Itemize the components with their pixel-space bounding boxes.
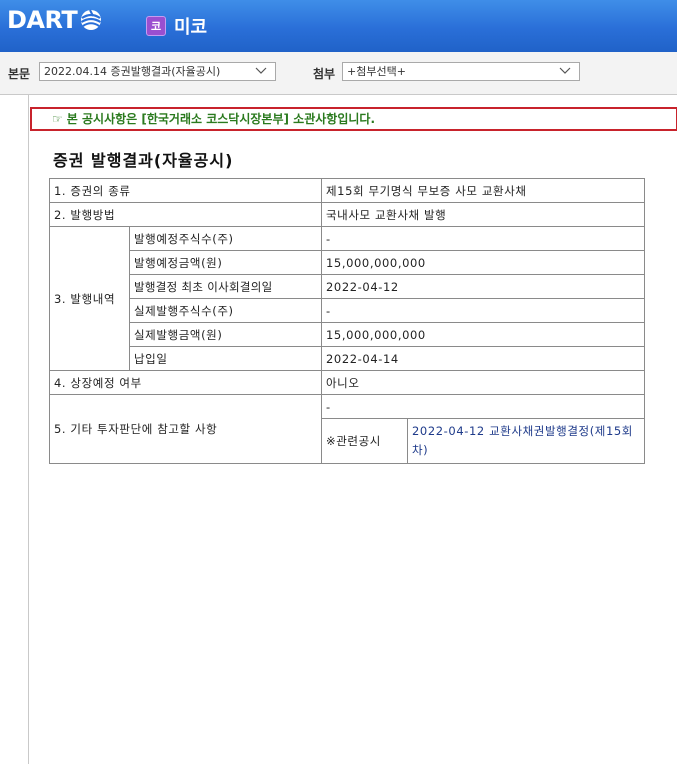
- table-row: 발행결정 최초 이사회결의일 2022-04-12: [50, 274, 645, 299]
- sub-value: -: [321, 298, 645, 323]
- document-viewer[interactable]: ☞ 본 공시사항은 [한국거래소 코스닥시장본부] 소관사항입니다. 증권 발행결…: [28, 95, 677, 764]
- document-title: 증권 발행결과(자율공시): [53, 151, 234, 170]
- dart-logo[interactable]: DART: [7, 6, 104, 34]
- row-label: 1. 증권의 종류: [49, 178, 322, 203]
- globe-icon: [81, 9, 102, 30]
- table-row: 4. 상장예정 여부 아니오: [49, 370, 645, 395]
- logo-text: DART: [7, 6, 78, 34]
- row-value: 아니오: [321, 370, 645, 395]
- table-row: 2. 발행방법 국내사모 교환사채 발행: [49, 202, 645, 227]
- notice-banner: ☞ 본 공시사항은 [한국거래소 코스닥시장본부] 소관사항입니다.: [30, 107, 677, 131]
- related-disclosure-label: ※관련공시: [321, 418, 408, 464]
- notice-text: 본 공시사항은 [한국거래소 코스닥시장본부] 소관사항입니다.: [66, 112, 376, 126]
- table-row: 발행예정금액(원) 15,000,000,000: [50, 250, 645, 275]
- sub-label: 실제발행주식수(주): [129, 298, 322, 323]
- main-document-select-value: 2022.04.14 증권발행결과(자율공시): [44, 65, 221, 78]
- sub-value: 2022-04-12: [321, 274, 645, 299]
- table-row: 실제발행금액(원) 15,000,000,000: [50, 322, 645, 347]
- main-document-label: 본문: [8, 67, 31, 81]
- attachment-select[interactable]: +첨부선택+: [342, 62, 580, 81]
- main-document-select[interactable]: 2022.04.14 증권발행결과(자율공시): [39, 62, 276, 81]
- row-value: -: [321, 394, 645, 419]
- sub-value: 2022-04-14: [321, 346, 645, 371]
- sub-value: 15,000,000,000: [321, 250, 645, 275]
- table-row: 5. 기타 투자판단에 참고할 사항 -: [49, 394, 645, 464]
- toolbar: 본문 2022.04.14 증권발행결과(자율공시) 첨부 +첨부선택+: [0, 52, 677, 95]
- sub-label: 발행예정금액(원): [129, 250, 322, 275]
- sub-label: 납입일: [129, 346, 322, 371]
- company-badge: 코: [146, 16, 166, 36]
- disclosure-table: 1. 증권의 종류 제15회 무기명식 무보증 사모 교환사채 2. 발행방법 …: [49, 178, 645, 464]
- sub-label: 실제발행금액(원): [129, 322, 322, 347]
- row-label: 2. 발행방법: [49, 202, 322, 227]
- table-row: 납입일 2022-04-14: [50, 346, 645, 371]
- sub-value: 15,000,000,000: [321, 322, 645, 347]
- company-name: 미코: [174, 17, 208, 38]
- row-label: 3. 발행내역: [49, 226, 130, 371]
- hand-pointing-icon: ☞: [52, 112, 63, 126]
- table-row: 실제발행주식수(주) -: [50, 298, 645, 323]
- row-value: 국내사모 교환사채 발행: [321, 202, 645, 227]
- related-disclosure-link[interactable]: 2022-04-12 교환사채권발행결정(제15회차): [407, 418, 645, 464]
- table-row: 1. 증권의 종류 제15회 무기명식 무보증 사모 교환사채: [49, 178, 645, 203]
- row-value: 제15회 무기명식 무보증 사모 교환사채: [321, 178, 645, 203]
- attachment-select-value: +첨부선택+: [347, 65, 406, 78]
- top-bar: DART 코 미코: [0, 0, 677, 52]
- sub-value: -: [321, 226, 645, 251]
- attachment-label: 첨부: [313, 67, 336, 81]
- row-label: 4. 상장예정 여부: [49, 370, 322, 395]
- company-header: 코 미코: [146, 15, 208, 38]
- sub-label: 발행결정 최초 이사회결의일: [129, 274, 322, 299]
- sub-label: 발행예정주식수(주): [129, 226, 322, 251]
- table-row: 3. 발행내역 발행예정주식수(주) -: [49, 226, 645, 371]
- chevron-down-icon: [559, 67, 571, 74]
- row-label: 5. 기타 투자판단에 참고할 사항: [49, 394, 322, 464]
- chevron-down-icon: [255, 67, 267, 74]
